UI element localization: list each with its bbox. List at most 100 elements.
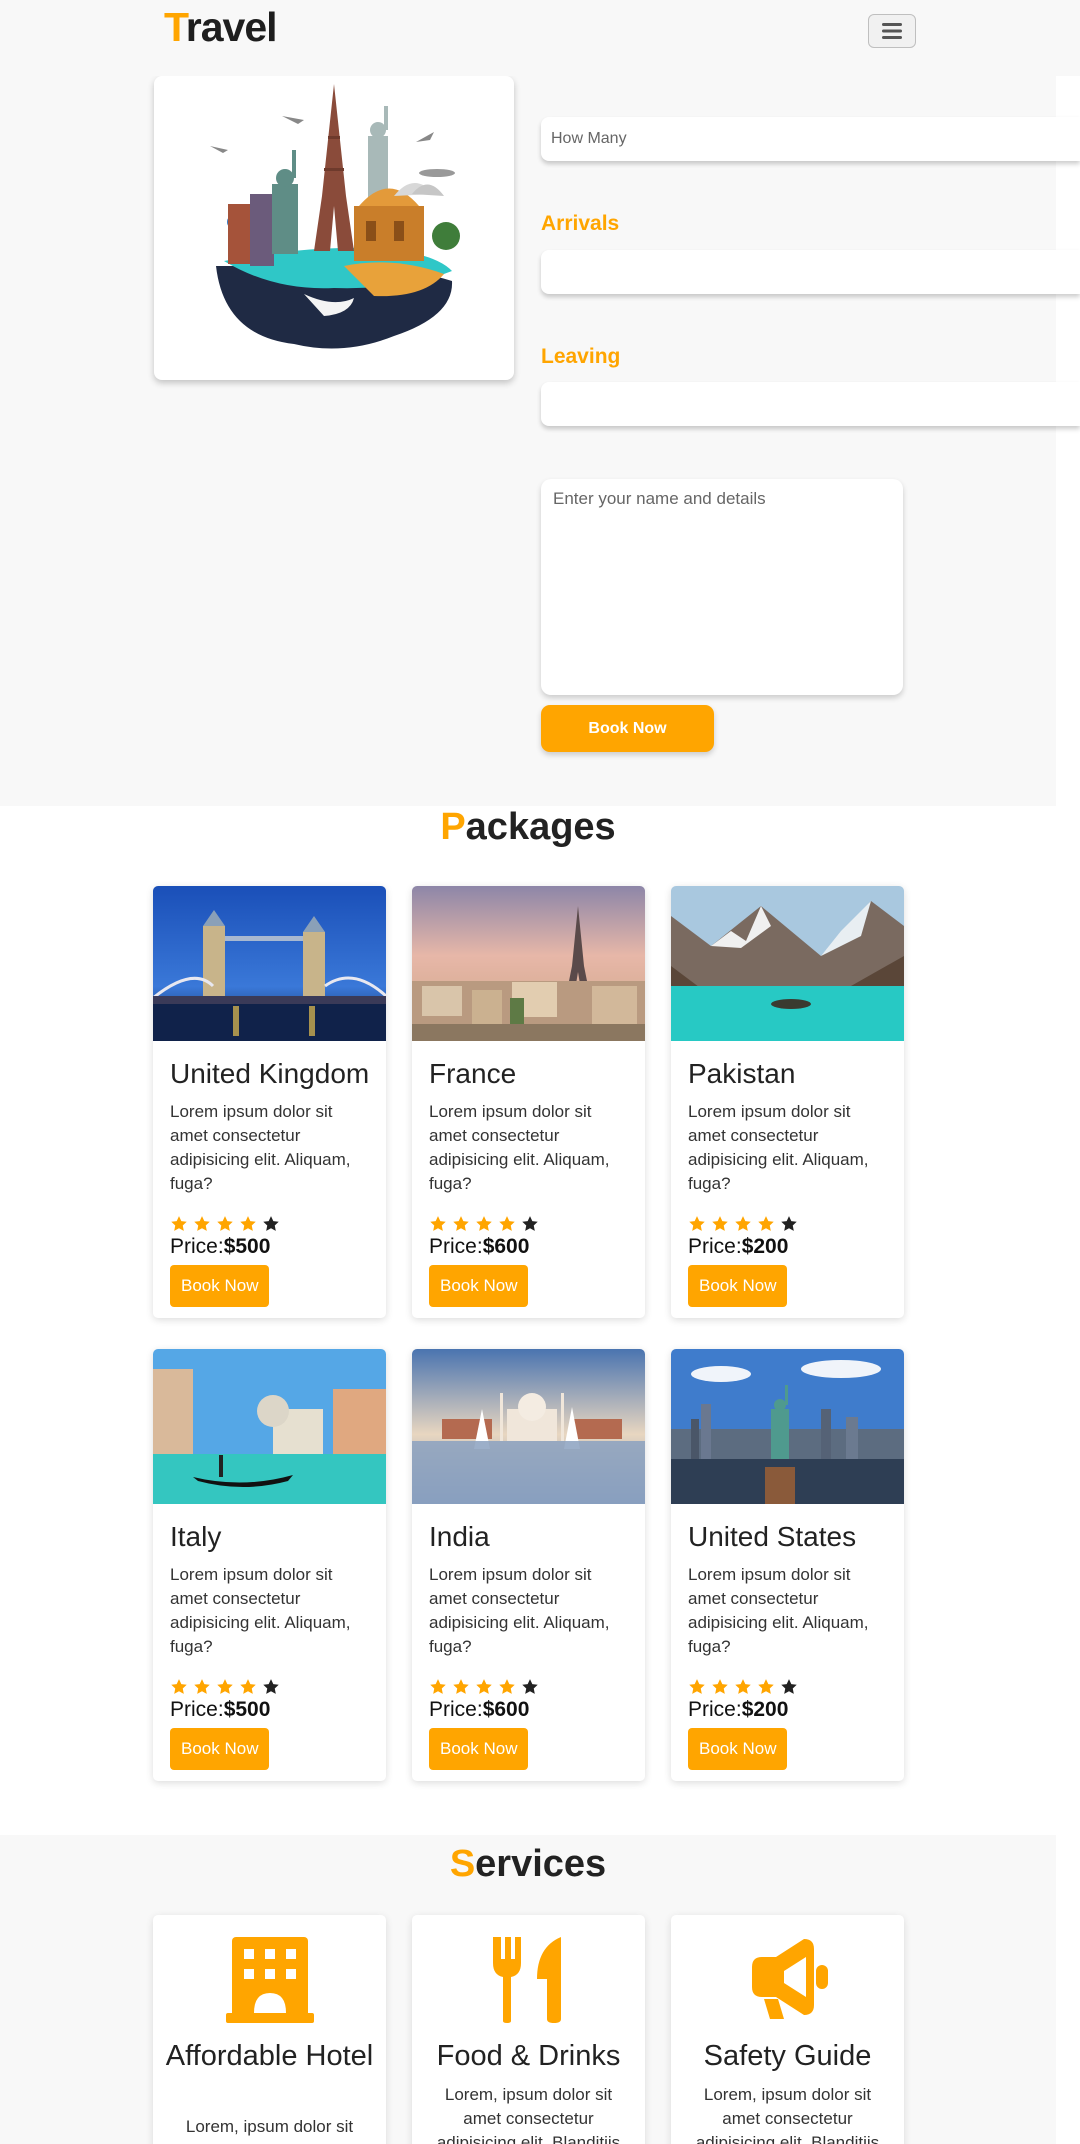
package-book-button[interactable]: Book Now (170, 1728, 270, 1770)
package-price: Price:$500 (170, 1235, 270, 1259)
price-label: Price: (170, 1698, 224, 1721)
price-label: Price: (170, 1235, 224, 1258)
package-book-button[interactable]: Book Now (170, 1265, 270, 1307)
navbar: Travel (0, 0, 1080, 76)
package-book-button[interactable]: Book Now (429, 1728, 529, 1770)
package-name: France (429, 1058, 517, 1089)
book-now-button[interactable]: Book Now (541, 705, 714, 752)
service-title: Food & Drinks (436, 2040, 621, 2072)
star-icon (453, 1679, 469, 1694)
package-image-statue-of-liberty (671, 1349, 904, 1504)
utensils-icon (492, 1937, 561, 2023)
star-icon (689, 1216, 705, 1231)
navbar-toggle-button[interactable] (868, 14, 916, 48)
hamburger-icon (882, 23, 902, 39)
package-card: France Lorem ipsum dolor sit amet consec… (412, 886, 645, 1318)
hotel-icon (225, 1937, 314, 2023)
star-icon (712, 1216, 728, 1231)
package-rating (429, 1678, 539, 1696)
how-many-input[interactable] (541, 117, 1080, 161)
services-heading-rest: ervices (475, 1843, 607, 1885)
hero-image-card (154, 76, 514, 380)
package-image-mountain-lake (671, 886, 904, 1041)
star-icon (499, 1679, 515, 1694)
service-card-hotel: Affordable Hotel Lorem, ipsum dolor sit (153, 1915, 386, 2144)
package-card: United Kingdom Lorem ipsum dolor sit ame… (153, 886, 386, 1318)
leaving-label: Leaving (541, 345, 621, 368)
star-icon (263, 1679, 279, 1694)
price-value: $500 (223, 1235, 271, 1258)
packages-heading-rest: ackages (465, 806, 616, 848)
leaving-date-input[interactable] (541, 382, 1080, 426)
star-icon (194, 1679, 210, 1694)
details-textarea[interactable] (541, 479, 903, 695)
service-text: Lorem, ipsum dolor sit amet consectetur … (436, 2085, 621, 2144)
package-name: India (429, 1521, 490, 1552)
arrivals-date-input[interactable] (541, 250, 1080, 294)
price-value: $600 (482, 1698, 530, 1721)
world-landmarks-illustration (210, 84, 460, 349)
package-name: United Kingdom (170, 1058, 370, 1089)
package-image-eiffel-tower (412, 886, 645, 1041)
package-book-button[interactable]: Book Now (429, 1265, 529, 1307)
megaphone-icon (751, 1939, 828, 2019)
package-card: Pakistan Lorem ipsum dolor sit amet cons… (671, 886, 904, 1318)
star-icon (217, 1679, 233, 1694)
star-icon (476, 1679, 492, 1694)
star-icon (476, 1216, 492, 1231)
price-label: Price: (688, 1235, 742, 1258)
services-heading-first: S (449, 1843, 476, 1885)
package-name: Italy (170, 1521, 222, 1552)
star-icon (430, 1216, 446, 1231)
package-image-taj-mahal (412, 1349, 645, 1504)
star-icon (171, 1679, 187, 1694)
package-price: Price:$500 (170, 1698, 270, 1722)
package-rating (429, 1215, 539, 1233)
service-title: Affordable Hotel (165, 2040, 374, 2072)
service-card-safety: Safety Guide Lorem, ipsum dolor sit amet… (671, 1915, 904, 2144)
price-value: $200 (741, 1698, 789, 1721)
price-label: Price: (688, 1698, 742, 1721)
star-icon (712, 1679, 728, 1694)
package-price: Price:$200 (688, 1235, 788, 1259)
package-card: United States Lorem ipsum dolor sit amet… (671, 1349, 904, 1781)
service-card-food: Food & Drinks Lorem, ipsum dolor sit ame… (412, 1915, 645, 2144)
package-image-venice-gondola (153, 1349, 386, 1504)
services-heading: Services (0, 1843, 1056, 1886)
star-icon (194, 1216, 210, 1231)
package-book-button[interactable]: Book Now (688, 1265, 788, 1307)
price-value: $200 (741, 1235, 789, 1258)
package-name: Pakistan (688, 1058, 796, 1089)
star-icon (263, 1216, 279, 1231)
price-label: Price: (429, 1235, 483, 1258)
star-icon (689, 1679, 705, 1694)
package-description: Lorem ipsum dolor sit amet consectetur a… (688, 1565, 869, 1656)
package-description: Lorem ipsum dolor sit amet consectetur a… (429, 1102, 610, 1193)
brand-logo[interactable]: Travel (164, 4, 278, 51)
package-book-button[interactable]: Book Now (688, 1728, 788, 1770)
package-rating (170, 1215, 280, 1233)
packages-heading-first: P (440, 806, 466, 848)
package-rating (688, 1215, 798, 1233)
star-icon (522, 1216, 538, 1231)
service-title: Safety Guide (703, 2040, 872, 2072)
package-rating (688, 1678, 798, 1696)
package-description: Lorem ipsum dolor sit amet consectetur a… (688, 1102, 869, 1193)
package-description: Lorem ipsum dolor sit amet consectetur a… (170, 1565, 351, 1656)
brand-rest: ravel (185, 4, 278, 50)
star-icon (758, 1216, 774, 1231)
brand-first-letter: T (164, 4, 187, 50)
package-image-tower-bridge (153, 886, 386, 1041)
star-icon (735, 1216, 751, 1231)
booking-section: Arrivals Leaving Book Now (0, 76, 1080, 806)
star-icon (781, 1216, 797, 1231)
package-name: United States (688, 1521, 857, 1552)
service-text: Lorem, ipsum dolor sit (185, 2117, 354, 2136)
package-card: Italy Lorem ipsum dolor sit amet consect… (153, 1349, 386, 1781)
service-text: Lorem, ipsum dolor sit amet consectetur … (695, 2085, 880, 2144)
package-price: Price:$600 (429, 1698, 529, 1722)
star-icon (453, 1216, 469, 1231)
price-value: $600 (482, 1235, 530, 1258)
star-icon (781, 1679, 797, 1694)
price-value: $500 (223, 1698, 271, 1721)
